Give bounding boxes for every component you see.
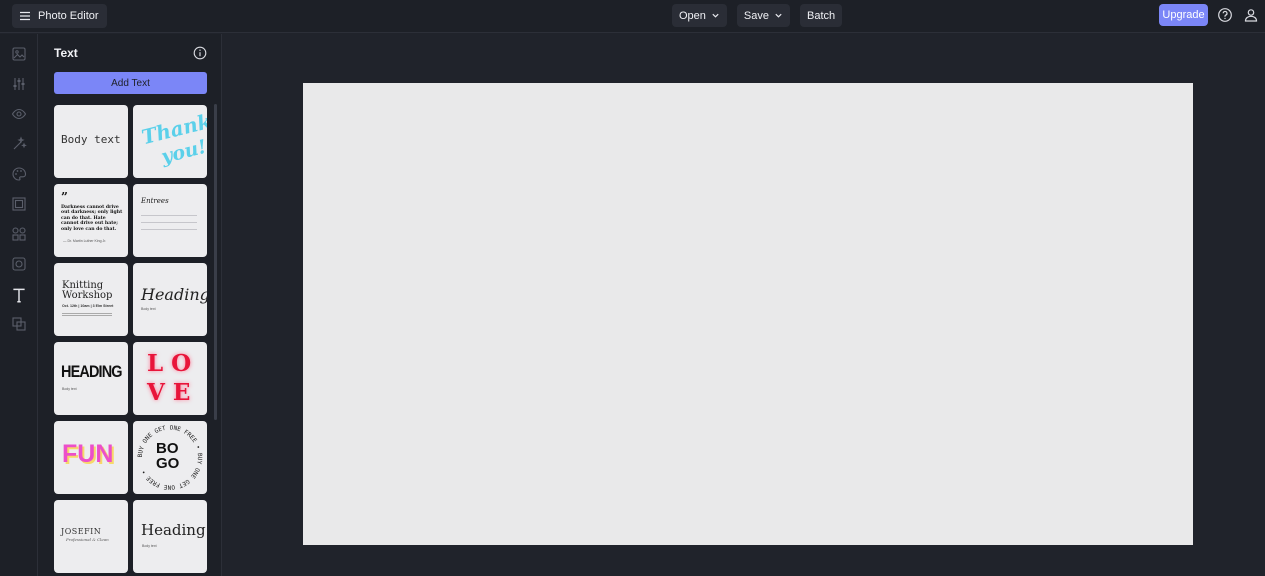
text-panel: Text Add Text Body text Thank you! ” Dar…: [38, 34, 222, 576]
frame-icon[interactable]: [11, 196, 27, 212]
help-icon[interactable]: [1217, 7, 1233, 23]
batch-label: Batch: [807, 9, 836, 22]
hamburger-icon: [20, 11, 30, 21]
image-icon[interactable]: [11, 46, 27, 62]
editor-canvas[interactable]: [303, 83, 1193, 545]
panel-title: Text: [54, 46, 78, 60]
template-text: Body text: [142, 544, 157, 548]
open-label: Open: [679, 9, 706, 22]
template-text: Darkness cannot drive out darkness; only…: [61, 205, 123, 232]
template-text: L O: [147, 350, 192, 377]
template-text: BO: [156, 440, 179, 457]
app-title: Photo Editor: [38, 10, 99, 22]
palette-icon[interactable]: [11, 166, 27, 182]
eye-icon[interactable]: [11, 106, 27, 122]
add-text-button[interactable]: Add Text: [54, 72, 207, 94]
upgrade-button[interactable]: Upgrade: [1159, 4, 1208, 26]
template-body-text[interactable]: Body text: [54, 105, 128, 178]
tool-rail: [0, 34, 38, 576]
user-icon[interactable]: [1243, 7, 1259, 23]
template-menu[interactable]: Entrees: [133, 184, 207, 257]
detail-lines: [62, 312, 112, 316]
text-icon[interactable]: [10, 286, 28, 304]
effects-icon[interactable]: [11, 136, 27, 152]
menu-lines: [141, 209, 197, 235]
template-quote[interactable]: ” Darkness cannot drive out darkness; on…: [54, 184, 128, 257]
template-bogo[interactable]: BUY ONE GET ONE FREE • BUY ONE GET ONE F…: [133, 421, 207, 494]
template-heading-bold[interactable]: HEADING Body text: [54, 342, 128, 415]
open-button[interactable]: Open: [672, 4, 727, 27]
template-text: Body text: [141, 307, 156, 311]
template-text: FUN: [62, 440, 114, 468]
template-text: Oct. 12th | 10am | 3 Elm Street: [62, 304, 114, 308]
save-label: Save: [743, 9, 769, 22]
template-text: Body text: [62, 387, 77, 391]
shapes-icon[interactable]: [11, 226, 27, 242]
template-thank-you[interactable]: Thank you!: [133, 105, 207, 178]
quote-mark: ”: [61, 190, 68, 204]
panel-scrollbar[interactable]: [214, 104, 217, 420]
template-text: Heading: [141, 521, 206, 539]
layers-icon[interactable]: [11, 316, 27, 332]
template-text: Body text: [61, 133, 121, 146]
adjustments-icon[interactable]: [11, 76, 27, 92]
menu-button[interactable]: Photo Editor: [12, 4, 107, 28]
template-text: GO: [156, 455, 180, 472]
template-heading-script[interactable]: Heading Body text: [133, 263, 207, 336]
template-text: Entrees: [141, 197, 169, 205]
template-text: JOSEFIN: [61, 527, 102, 536]
template-text: Heading: [141, 285, 207, 304]
top-bar: Photo Editor Open Save Batch Upgrade: [0, 0, 1265, 33]
template-text: Workshop: [62, 290, 113, 301]
template-text: V E: [147, 379, 191, 406]
template-heading-serif[interactable]: Heading Body text: [133, 500, 207, 573]
template-josefin[interactable]: JOSEFIN Professional & Clean: [54, 500, 128, 573]
template-love[interactable]: L O V E: [133, 342, 207, 415]
overlay-icon[interactable]: [11, 256, 27, 272]
template-text: — Dr. Martin Luther King Jr.: [63, 239, 107, 243]
info-icon[interactable]: [193, 46, 207, 60]
template-knitting[interactable]: Knitting Workshop Oct. 12th | 10am | 3 E…: [54, 263, 128, 336]
template-text: HEADING: [61, 362, 123, 381]
chevron-down-icon: [712, 13, 719, 18]
batch-button[interactable]: Batch: [800, 4, 843, 27]
chevron-down-icon: [775, 13, 782, 18]
save-button[interactable]: Save: [736, 4, 790, 27]
template-fun[interactable]: FUN: [54, 421, 128, 494]
template-text: Professional & Clean: [66, 537, 109, 542]
